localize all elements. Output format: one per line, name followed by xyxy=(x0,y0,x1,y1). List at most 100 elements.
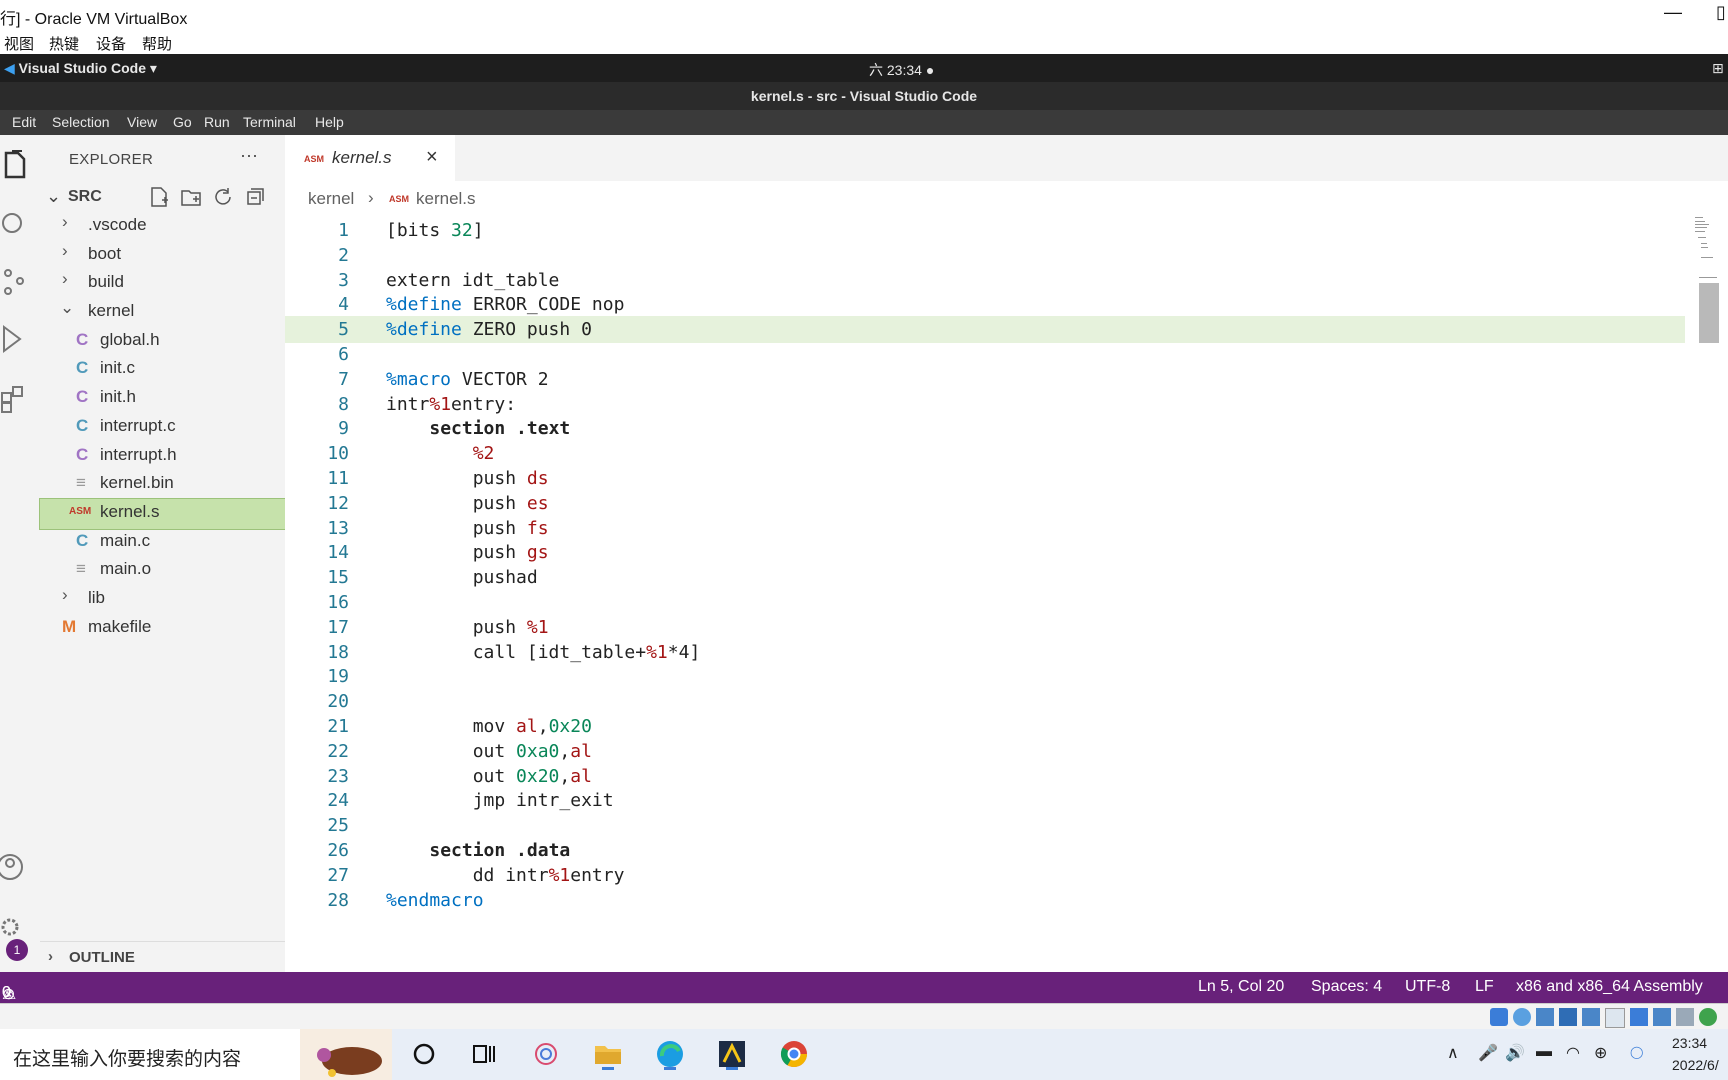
microphone-icon[interactable]: 🎤 xyxy=(1478,1043,1498,1063)
tree-file-global-h[interactable]: C global.h xyxy=(40,327,285,357)
outline-section[interactable]: › OUTLINE xyxy=(40,941,285,973)
app-menu[interactable]: ◀ Visual Studio Code ▾ xyxy=(4,60,157,77)
code-line[interactable]: 22 out 0xa0,al xyxy=(285,738,1685,765)
tree-folder-vscode[interactable]: › .vscode xyxy=(40,212,285,242)
cpu-icon[interactable] xyxy=(1676,1008,1694,1026)
tree-file-main-o[interactable]: ≡ main.o xyxy=(40,556,285,586)
close-icon[interactable]: × xyxy=(426,146,438,169)
chrome-icon[interactable] xyxy=(778,1038,810,1070)
code-line[interactable]: 5 %define ZERO push 0 xyxy=(285,316,1685,344)
menu-terminal[interactable]: Terminal xyxy=(243,114,296,130)
host-menu-help[interactable]: 帮助 xyxy=(142,33,172,54)
more-actions-icon[interactable]: ··· xyxy=(240,145,258,166)
network-adapter-icon[interactable] xyxy=(1559,1008,1577,1026)
menu-go[interactable]: Go xyxy=(173,114,192,130)
file-explorer-icon[interactable] xyxy=(592,1038,624,1070)
ime-icon[interactable]: ⊕ xyxy=(1594,1043,1607,1063)
account-icon[interactable] xyxy=(0,849,36,885)
code-line[interactable]: 18 call [idt_table+%1*4] xyxy=(285,639,1685,666)
edge-icon[interactable] xyxy=(654,1038,686,1070)
language-mode[interactable]: x86 and x86_64 Assembly xyxy=(1516,978,1703,996)
code-line[interactable]: 16 xyxy=(285,589,1685,616)
usb-icon[interactable] xyxy=(1582,1008,1600,1026)
code-line[interactable]: 11 push ds xyxy=(285,465,1685,492)
breadcrumb-file[interactable]: kernel.s xyxy=(416,189,476,209)
code-line[interactable]: 15 pushad xyxy=(285,564,1685,591)
tree-file-interrupt-h[interactable]: C interrupt.h xyxy=(40,442,285,472)
breadcrumb-folder[interactable]: kernel xyxy=(308,189,354,209)
code-line[interactable]: 27 dd intr%1entry xyxy=(285,862,1685,889)
code-line[interactable]: 24 jmp intr_exit xyxy=(285,787,1685,814)
code-line[interactable]: 3 extern idt_table xyxy=(285,267,1685,294)
tree-file-init-c[interactable]: C init.c xyxy=(40,355,285,385)
battery-icon[interactable]: ▬ xyxy=(1536,1043,1552,1061)
extensions-icon[interactable] xyxy=(0,379,36,415)
harddisk-icon[interactable] xyxy=(1490,1008,1508,1026)
minimize-button[interactable]: — xyxy=(1664,2,1682,23)
encoding[interactable]: UTF-8 xyxy=(1405,978,1450,996)
code-line[interactable]: 7 %macro VECTOR 2 xyxy=(285,366,1685,393)
refresh-icon[interactable] xyxy=(212,186,234,208)
taskbar-search[interactable]: 在这里输入你要搜索的内容 xyxy=(0,1029,392,1080)
host-menu-view[interactable]: 视图 xyxy=(4,33,34,54)
tree-file-init-h[interactable]: C init.h xyxy=(40,384,285,414)
code-line[interactable]: 25 xyxy=(285,812,1685,839)
source-control-icon[interactable] xyxy=(0,263,36,299)
tray-time[interactable]: 23:34 xyxy=(1672,1035,1707,1051)
code-editor[interactable]: 1 [bits 32] 2 3 extern idt_table 4 %define ERR… xyxy=(285,217,1728,972)
cortana-icon[interactable] xyxy=(408,1038,440,1070)
maximize-button[interactable]: ▯ xyxy=(1716,2,1726,23)
new-folder-icon[interactable] xyxy=(180,186,202,208)
menu-selection[interactable]: Selection xyxy=(52,114,110,130)
clock[interactable]: 六 23:34 ● xyxy=(869,60,934,80)
feishu-icon[interactable] xyxy=(530,1038,562,1070)
menu-run[interactable]: Run xyxy=(204,114,230,130)
tray-chevron-up-icon[interactable]: ∧ xyxy=(1447,1043,1459,1063)
code-line[interactable]: 21 mov al,0x20 xyxy=(285,713,1685,740)
virtualbox-icon[interactable] xyxy=(716,1038,748,1070)
code-line[interactable]: 19 xyxy=(285,663,1685,690)
tree-file-kernel-s[interactable]: ASM kernel.s xyxy=(39,498,286,530)
mouse-integration-icon[interactable] xyxy=(1699,1008,1717,1026)
tree-folder-boot[interactable]: › boot xyxy=(40,241,285,271)
ime-ifly-icon[interactable]: ◯ xyxy=(1630,1045,1643,1059)
tree-folder-kernel[interactable]: ⌄ kernel xyxy=(40,298,285,328)
code-line[interactable]: 4 %define ERROR_CODE nop xyxy=(285,291,1685,318)
code-line[interactable]: 8 intr%1entry: xyxy=(285,391,1685,418)
code-line[interactable]: 9 section .text xyxy=(285,415,1685,442)
indent-spaces[interactable]: Spaces: 4 xyxy=(1311,978,1382,996)
menu-help[interactable]: Help xyxy=(315,114,344,130)
menu-edit[interactable]: Edit xyxy=(12,114,36,130)
code-line[interactable]: 14 push gs xyxy=(285,539,1685,566)
host-menu-hotkey[interactable]: 热键 xyxy=(49,33,79,54)
tree-file-main-c[interactable]: C main.c xyxy=(40,528,285,558)
explorer-icon[interactable] xyxy=(0,147,36,183)
wifi-icon[interactable]: ◠ xyxy=(1566,1043,1580,1063)
tree-file-kernel-bin[interactable]: ≡ kernel.bin xyxy=(40,470,285,500)
code-line[interactable]: 6 xyxy=(285,341,1685,368)
collapse-all-icon[interactable] xyxy=(244,186,266,208)
shared-folder-icon[interactable] xyxy=(1605,1008,1625,1028)
tree-file-makefile[interactable]: M makefile xyxy=(40,614,285,644)
tree-folder-lib[interactable]: › lib xyxy=(40,585,285,615)
line-ending[interactable]: LF xyxy=(1475,978,1494,996)
volume-icon[interactable]: 🔊 xyxy=(1505,1043,1525,1063)
tab-kernel-s[interactable]: ASM kernel.s × xyxy=(285,135,455,181)
optical-drive-icon[interactable] xyxy=(1513,1008,1531,1026)
code-line[interactable]: 1 [bits 32] xyxy=(285,217,1685,244)
new-file-icon[interactable] xyxy=(148,186,170,208)
search-icon[interactable] xyxy=(0,205,36,241)
menu-view[interactable]: View xyxy=(127,114,157,130)
code-line[interactable]: 28 %endmacro xyxy=(285,887,1685,914)
task-view-icon[interactable] xyxy=(468,1038,500,1070)
code-line[interactable]: 13 push fs xyxy=(285,515,1685,542)
tray-date[interactable]: 2022/6/ xyxy=(1672,1057,1719,1073)
code-line[interactable]: 17 push %1 xyxy=(285,614,1685,641)
host-menu-devices[interactable]: 设备 xyxy=(96,33,126,54)
recording-icon[interactable] xyxy=(1653,1008,1671,1026)
code-line[interactable]: 26 section .data xyxy=(285,837,1685,864)
display-icon[interactable] xyxy=(1630,1008,1648,1026)
code-line[interactable]: 2 xyxy=(285,242,1685,269)
run-debug-icon[interactable] xyxy=(0,321,36,357)
cursor-position[interactable]: Ln 5, Col 20 xyxy=(1198,978,1284,996)
